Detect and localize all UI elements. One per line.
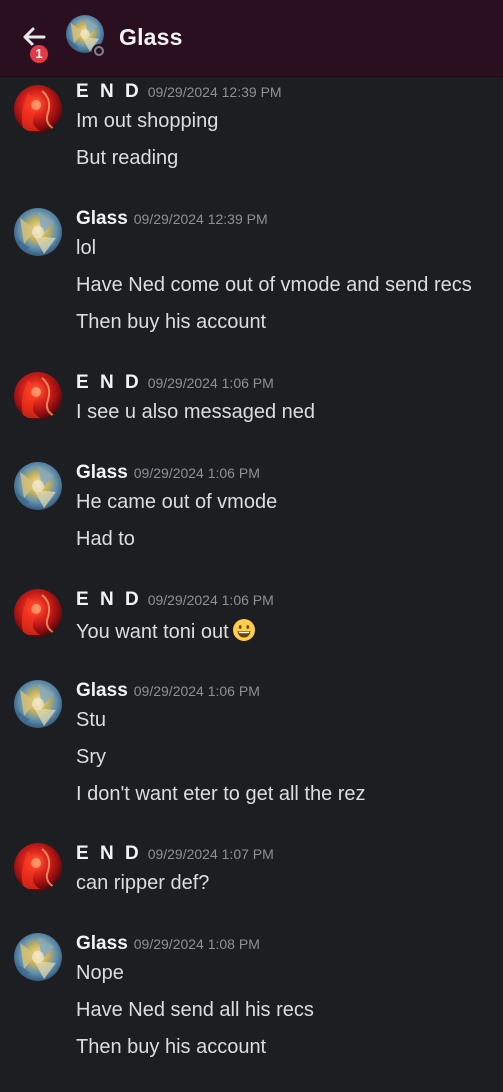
timestamp: 09/29/2024 1:06 PM — [133, 465, 260, 481]
username[interactable]: E N D — [76, 372, 142, 393]
message-text[interactable]: Have Ned come out of vmode and send recs — [76, 274, 472, 297]
grinning-face-emoji-icon — [232, 619, 255, 641]
message-text[interactable]: Im out shopping — [76, 110, 218, 133]
avatar[interactable] — [14, 843, 62, 891]
message-text[interactable]: Stu — [76, 709, 106, 732]
message-text[interactable]: Nope — [76, 962, 124, 985]
offline-status-icon — [92, 44, 106, 58]
username[interactable]: E N D — [76, 81, 142, 102]
timestamp: 09/29/2024 1:06 PM — [147, 375, 274, 391]
message-header: E N D 09/29/2024 1:06 PM — [76, 589, 274, 611]
username[interactable]: Glass — [76, 933, 128, 954]
message-text[interactable]: Had to — [76, 528, 135, 551]
message-text[interactable]: Then buy his account — [76, 311, 266, 334]
timestamp: 09/29/2024 1:06 PM — [133, 683, 260, 699]
message-header: Glass 09/29/2024 1:06 PM — [76, 680, 260, 702]
timestamp: 09/29/2024 1:07 PM — [147, 846, 274, 862]
message-text[interactable]: lol — [76, 237, 96, 260]
username[interactable]: Glass — [76, 462, 128, 483]
timestamp: 09/29/2024 1:08 PM — [133, 936, 260, 952]
message-text[interactable]: Then buy his account — [76, 1036, 266, 1059]
message-text-content: You want toni out — [76, 621, 229, 643]
unread-badge: 1 — [28, 43, 50, 65]
message-text[interactable]: Have Ned send all his recs — [76, 999, 314, 1022]
avatar[interactable] — [14, 208, 62, 256]
timestamp: 09/29/2024 12:39 PM — [147, 84, 282, 100]
message-header: Glass 09/29/2024 1:08 PM — [76, 933, 260, 955]
page-title[interactable]: Glass — [119, 24, 183, 51]
dm-screen: 1 Glass E N D 09/29/2024 12:39 PM Im out… — [0, 0, 503, 1092]
username[interactable]: Glass — [76, 680, 128, 701]
avatar[interactable] — [14, 462, 62, 510]
message-header: E N D 09/29/2024 1:07 PM — [76, 843, 274, 865]
avatar[interactable] — [14, 372, 62, 420]
message-text[interactable]: I see u also messaged ned — [76, 401, 315, 424]
message-text[interactable]: Sry — [76, 746, 106, 769]
message-header: Glass 09/29/2024 12:39 PM — [76, 208, 268, 230]
message-text[interactable]: He came out of vmode — [76, 491, 277, 514]
avatar[interactable] — [14, 589, 62, 637]
avatar[interactable] — [14, 85, 62, 133]
timestamp: 09/29/2024 1:06 PM — [147, 592, 274, 608]
message-text[interactable]: You want toni out — [76, 618, 256, 644]
username[interactable]: E N D — [76, 843, 142, 864]
message-header: Glass 09/29/2024 1:06 PM — [76, 462, 260, 484]
avatar[interactable] — [14, 933, 62, 981]
chat-header: 1 Glass — [0, 0, 503, 77]
message-text[interactable]: I don't want eter to get all the rez — [76, 783, 366, 806]
timestamp: 09/29/2024 12:39 PM — [133, 211, 268, 227]
username[interactable]: Glass — [76, 208, 128, 229]
message-header: E N D 09/29/2024 1:06 PM — [76, 372, 274, 394]
message-text[interactable]: can ripper def? — [76, 872, 209, 895]
avatar[interactable] — [14, 680, 62, 728]
message-header: E N D 09/29/2024 12:39 PM — [76, 81, 282, 103]
message-text[interactable]: But reading — [76, 147, 178, 170]
username[interactable]: E N D — [76, 589, 142, 610]
